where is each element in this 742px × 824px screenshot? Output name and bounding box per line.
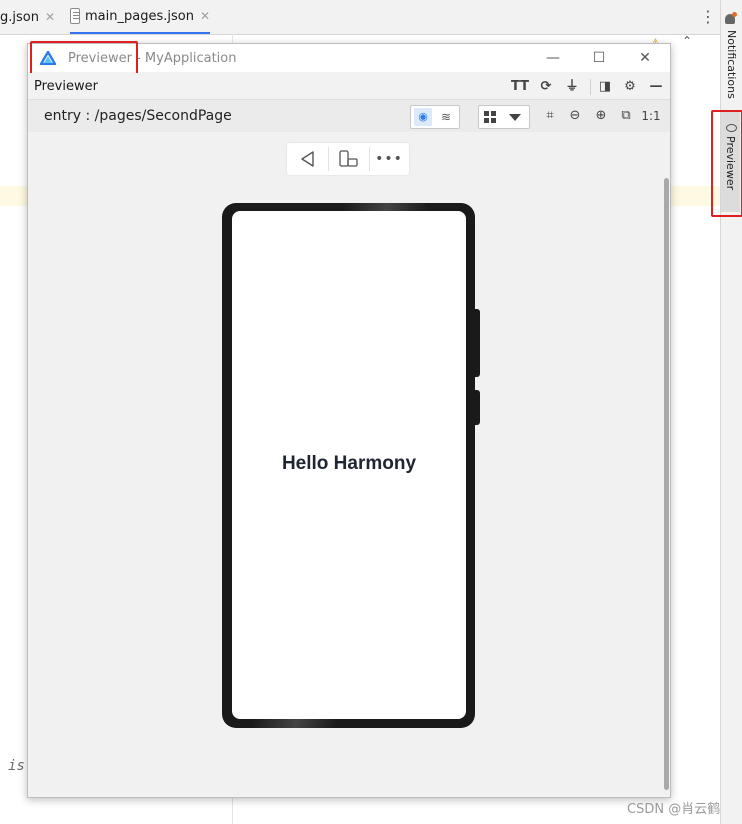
inspector-icon[interactable]: ◉ <box>414 108 432 126</box>
chevron-down-icon <box>509 114 521 121</box>
actual-size-icon[interactable]: ⧉ <box>617 107 635 125</box>
inspector-toggle-group: ◉ ≋ <box>410 105 460 129</box>
grid-icon <box>484 111 496 123</box>
fit-screen-icon[interactable]: ⌗ <box>541 107 559 125</box>
tab-label: g.json <box>0 9 39 25</box>
hide-panel-icon[interactable]: — <box>646 77 666 97</box>
toolbar-divider <box>590 79 591 95</box>
close-window-button[interactable]: ✕ <box>622 44 668 72</box>
notifications-tool-button[interactable]: Notifications <box>722 30 740 110</box>
annotation-highlight-box <box>711 110 742 217</box>
notification-dot <box>732 12 737 17</box>
tool-window-title: Previewer <box>34 79 98 94</box>
notifications-label: Notifications <box>725 30 738 99</box>
zoom-in-icon[interactable]: ⊕ <box>592 107 610 125</box>
one-to-one-button[interactable]: 1:1 <box>640 107 662 125</box>
settings-icon[interactable]: ⚙ <box>620 77 640 97</box>
close-icon[interactable]: ✕ <box>45 10 55 24</box>
kebab-icon[interactable]: ⋮ <box>700 8 716 26</box>
maximize-window-button[interactable]: ☐ <box>576 44 622 72</box>
refresh-icon[interactable]: ⟳ <box>536 77 556 97</box>
layers-icon[interactable]: ≋ <box>437 108 455 126</box>
tab-main-pages-json[interactable]: main_pages.json ✕ <box>70 0 210 34</box>
zoom-out-icon[interactable]: ⊖ <box>566 107 584 125</box>
phone-power-button <box>475 390 480 425</box>
back-icon[interactable] <box>288 143 328 175</box>
annotation-highlight-box <box>30 41 138 75</box>
code-fragment: is <box>8 758 25 774</box>
plug-icon[interactable]: ⏚ <box>562 77 582 97</box>
close-icon[interactable]: ✕ <box>200 9 210 23</box>
tab-label: main_pages.json <box>85 8 194 24</box>
tab-json-file[interactable]: g.json ✕ <box>0 0 55 34</box>
chevron-up-icon[interactable]: ⌃ <box>682 34 692 48</box>
rotate-device-icon[interactable] <box>328 143 368 175</box>
window-title-project: MyApplication <box>144 51 237 66</box>
page-path: entry : /pages/SecondPage <box>44 108 232 124</box>
current-line-highlight <box>0 186 28 206</box>
minimize-window-button[interactable]: — <box>530 44 576 72</box>
json-file-icon <box>70 8 80 24</box>
vertical-scrollbar[interactable] <box>664 178 669 790</box>
phone-volume-button <box>475 309 480 377</box>
multi-device-dropdown[interactable] <box>478 105 530 129</box>
font-size-icon[interactable]: TT <box>510 77 530 97</box>
more-icon[interactable]: ••• <box>369 143 409 175</box>
panel-icon[interactable]: ◨ <box>595 77 615 97</box>
watermark: CSDN @肖云鹤 <box>627 802 721 817</box>
hello-text: Hello Harmony <box>281 453 417 474</box>
